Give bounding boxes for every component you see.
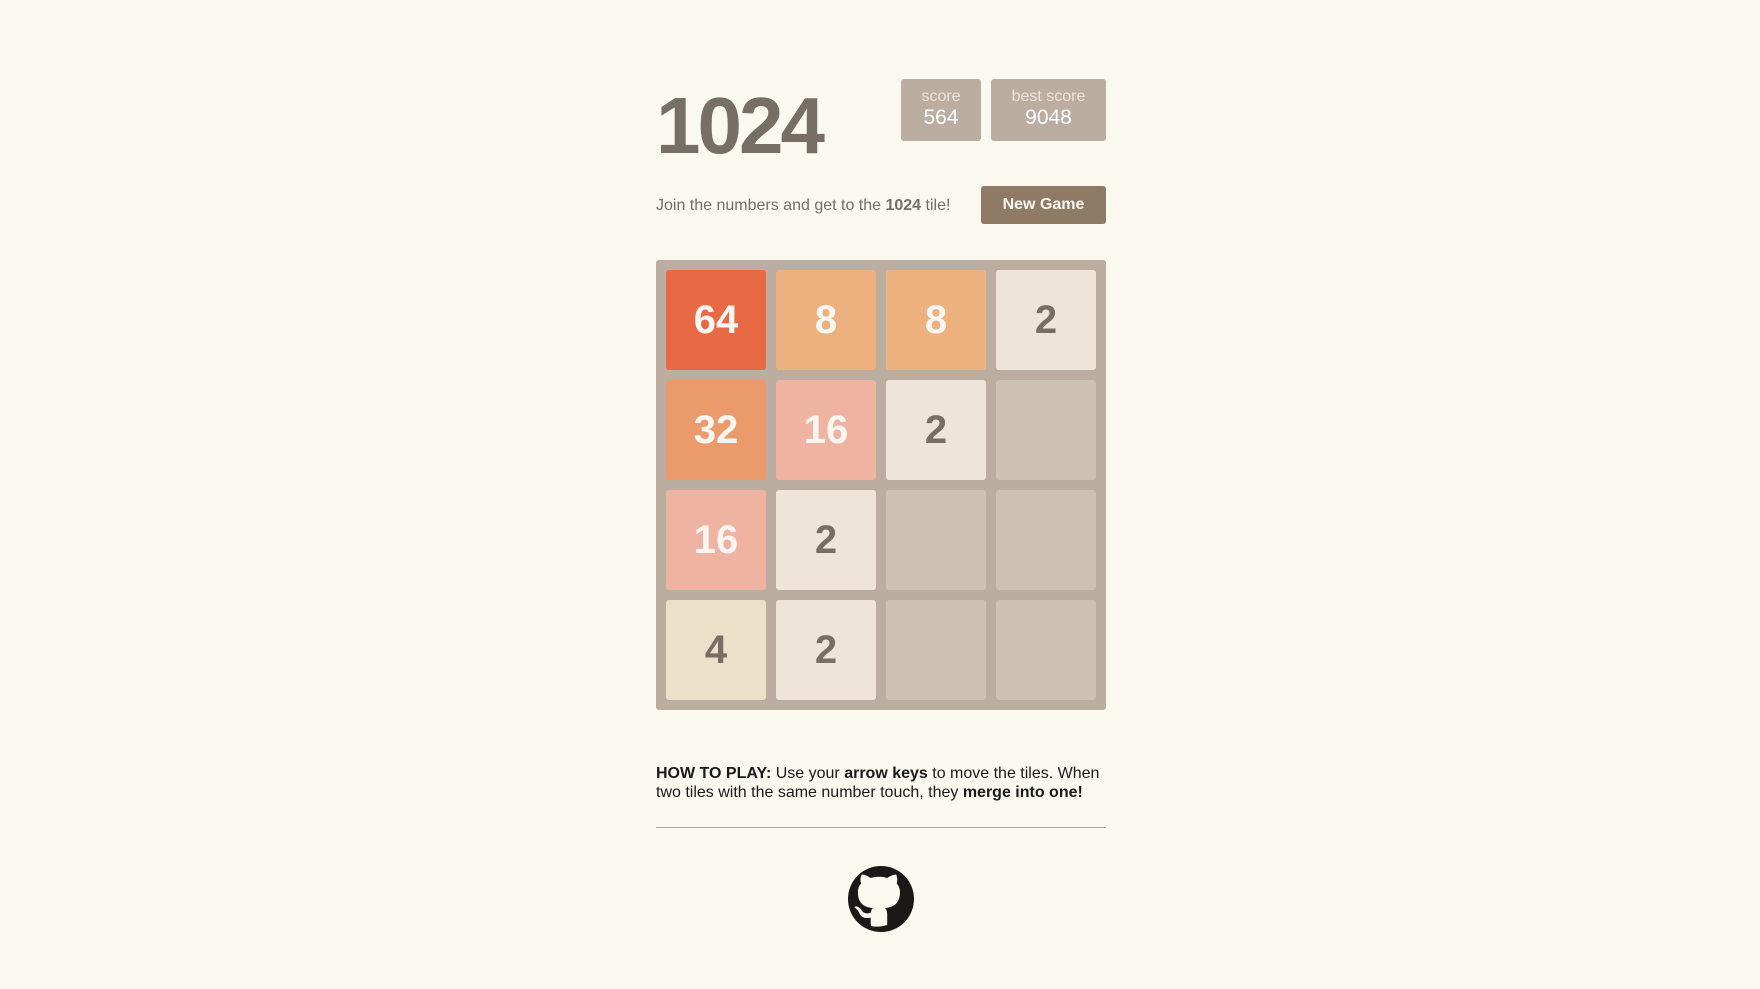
divider	[656, 827, 1106, 828]
tile: 2	[886, 380, 986, 480]
game-instructions: HOW TO PLAY: Use your arrow keys to move…	[656, 764, 1106, 802]
best-score-value: 9048	[1025, 106, 1072, 129]
empty-cell	[996, 490, 1096, 590]
score-value: 564	[923, 106, 959, 129]
empty-cell	[996, 380, 1096, 480]
new-game-button[interactable]: New Game	[981, 186, 1106, 224]
instructions-heading: HOW TO PLAY:	[656, 765, 772, 782]
empty-cell	[886, 490, 986, 590]
tile: 4	[666, 600, 766, 700]
tile: 32	[666, 380, 766, 480]
tile: 8	[886, 270, 986, 370]
empty-cell	[886, 600, 986, 700]
tile: 16	[776, 380, 876, 480]
best-score-box: best score 9048	[991, 79, 1106, 141]
game-title: 1024	[656, 81, 825, 170]
tile: 16	[666, 490, 766, 590]
score-label: score	[921, 88, 961, 105]
empty-cell	[996, 600, 1096, 700]
game-intro: Join the numbers and get to the 1024 til…	[656, 197, 950, 215]
github-icon[interactable]	[848, 866, 914, 932]
instructions-arrow-keys: arrow keys	[844, 765, 928, 782]
tile: 2	[996, 270, 1096, 370]
best-score-label: best score	[1011, 88, 1086, 105]
intro-suffix: tile!	[921, 197, 951, 214]
game-board[interactable]: 64 8 8 2 32 16 2 16 2 4 2	[656, 260, 1106, 710]
instructions-merge: merge into one!	[962, 784, 1083, 801]
tile: 2	[776, 600, 876, 700]
tile: 8	[776, 270, 876, 370]
tile: 2	[776, 490, 876, 590]
intro-prefix: Join the numbers and get to the	[656, 197, 886, 214]
instructions-part1: Use your	[771, 765, 845, 782]
score-box: score 564	[901, 79, 981, 141]
intro-goal: 1024	[885, 197, 922, 214]
tile: 64	[666, 270, 766, 370]
